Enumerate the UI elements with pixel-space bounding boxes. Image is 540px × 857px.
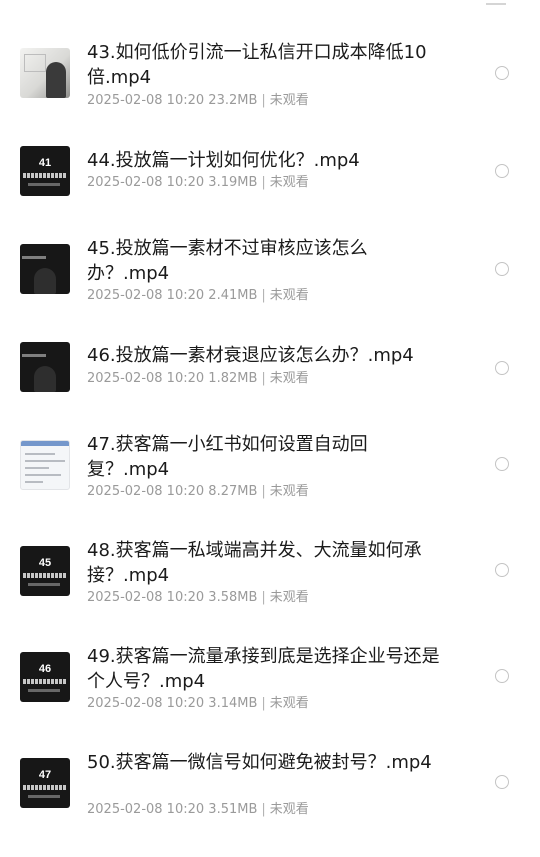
file-title: 48.获客篇一私域端高并发、大流量如何承接？.mp4 xyxy=(87,540,422,586)
video-thumbnail: 41 xyxy=(20,146,70,196)
partial-toolbar-icon xyxy=(486,0,506,5)
video-thumbnail xyxy=(20,440,70,490)
list-item[interactable]: 41 44.投放篇一计划如何优化？.mp4 2025-02-08 10:20 3… xyxy=(0,118,540,217)
file-date: 2025-02-08 10:20 xyxy=(87,93,205,108)
video-thumbnail xyxy=(20,342,70,392)
list-item[interactable]: 46.投放篇一素材衰退应该怎么办？.mp4 2025-02-08 10:20 1… xyxy=(0,315,540,414)
list-item[interactable]: 47 50.获客篇一微信号如何避免被封号？.mp4 2025-02-08 10:… xyxy=(0,732,540,836)
top-partial-icon-area xyxy=(0,0,540,12)
select-radio[interactable] xyxy=(495,457,509,471)
list-item[interactable]: 46 49.获客篇一流量承接到底是选择企业号还是个人号？.mp4 2025-02… xyxy=(0,626,540,732)
file-meta: 2025-02-08 10:20 8.27MB | 未观看 xyxy=(87,484,309,499)
file-size: 3.58MB xyxy=(208,590,258,605)
file-list: 43.如何低价引流一让私信开口成本降低10倍.mp4 2025-02-08 10… xyxy=(0,20,540,836)
file-title: 47.获客篇一小红书如何设置自动回复？.mp4 xyxy=(87,434,368,480)
file-meta: 2025-02-08 10:20 3.19MB | 未观看 xyxy=(87,175,309,190)
file-date: 2025-02-08 10:20 xyxy=(87,288,205,303)
file-title: 46.投放篇一素材衰退应该怎么办？.mp4 xyxy=(87,345,414,366)
video-thumbnail xyxy=(20,244,70,294)
list-item[interactable]: 43.如何低价引流一让私信开口成本降低10倍.mp4 2025-02-08 10… xyxy=(0,20,540,118)
watch-status: 未观看 xyxy=(269,590,309,605)
file-date: 2025-02-08 10:20 xyxy=(87,484,205,499)
file-size: 1.82MB xyxy=(208,371,258,386)
file-date: 2025-02-08 10:20 xyxy=(87,371,205,386)
file-meta: 2025-02-08 10:20 1.82MB | 未观看 xyxy=(87,371,309,386)
file-title: 45.投放篇一素材不过审核应该怎么办？.mp4 xyxy=(87,238,368,284)
file-title: 43.如何低价引流一让私信开口成本降低10倍.mp4 xyxy=(87,42,427,88)
watch-status: 未观看 xyxy=(269,288,309,303)
select-radio[interactable] xyxy=(495,775,509,789)
select-radio[interactable] xyxy=(495,669,509,683)
select-radio[interactable] xyxy=(495,563,509,577)
list-item[interactable]: 45.投放篇一素材不过审核应该怎么办？.mp4 2025-02-08 10:20… xyxy=(0,217,540,315)
file-size: 2.41MB xyxy=(208,288,258,303)
file-size: 8.27MB xyxy=(208,484,258,499)
video-thumbnail: 47 xyxy=(20,758,70,808)
file-size: 3.14MB xyxy=(208,696,258,711)
file-date: 2025-02-08 10:20 xyxy=(87,175,205,190)
thumbnail-number: 45 xyxy=(38,557,52,569)
list-item[interactable]: 47.获客篇一小红书如何设置自动回复？.mp4 2025-02-08 10:20… xyxy=(0,414,540,520)
select-radio[interactable] xyxy=(495,361,509,375)
file-meta: 2025-02-08 10:20 3.51MB | 未观看 xyxy=(87,802,309,817)
watch-status: 未观看 xyxy=(269,371,309,386)
watch-status: 未观看 xyxy=(269,696,309,711)
list-item[interactable]: 45 48.获客篇一私域端高并发、大流量如何承接？.mp4 2025-02-08… xyxy=(0,520,540,626)
file-size: 3.19MB xyxy=(208,175,258,190)
file-date: 2025-02-08 10:20 xyxy=(87,802,205,817)
file-meta: 2025-02-08 10:20 2.41MB | 未观看 xyxy=(87,288,309,303)
file-title: 50.获客篇一微信号如何避免被封号？.mp4 xyxy=(87,752,432,773)
file-title: 49.获客篇一流量承接到底是选择企业号还是个人号？.mp4 xyxy=(87,646,440,692)
thumbnail-number: 47 xyxy=(38,769,52,781)
select-radio[interactable] xyxy=(495,164,509,178)
select-radio[interactable] xyxy=(495,262,509,276)
file-date: 2025-02-08 10:20 xyxy=(87,590,205,605)
file-meta: 2025-02-08 10:20 23.2MB | 未观看 xyxy=(87,93,309,108)
video-thumbnail xyxy=(20,48,70,98)
file-date: 2025-02-08 10:20 xyxy=(87,696,205,711)
file-title: 44.投放篇一计划如何优化？.mp4 xyxy=(87,150,360,171)
watch-status: 未观看 xyxy=(269,93,309,108)
file-meta: 2025-02-08 10:20 3.58MB | 未观看 xyxy=(87,590,309,605)
watch-status: 未观看 xyxy=(269,175,309,190)
thumbnail-number: 41 xyxy=(38,157,52,169)
file-meta: 2025-02-08 10:20 3.14MB | 未观看 xyxy=(87,696,309,711)
file-size: 3.51MB xyxy=(208,802,258,817)
watch-status: 未观看 xyxy=(269,802,309,817)
select-radio[interactable] xyxy=(495,66,509,80)
thumbnail-number: 46 xyxy=(38,663,52,675)
video-thumbnail: 45 xyxy=(20,546,70,596)
watch-status: 未观看 xyxy=(269,484,309,499)
file-size: 23.2MB xyxy=(208,93,258,108)
video-thumbnail: 46 xyxy=(20,652,70,702)
